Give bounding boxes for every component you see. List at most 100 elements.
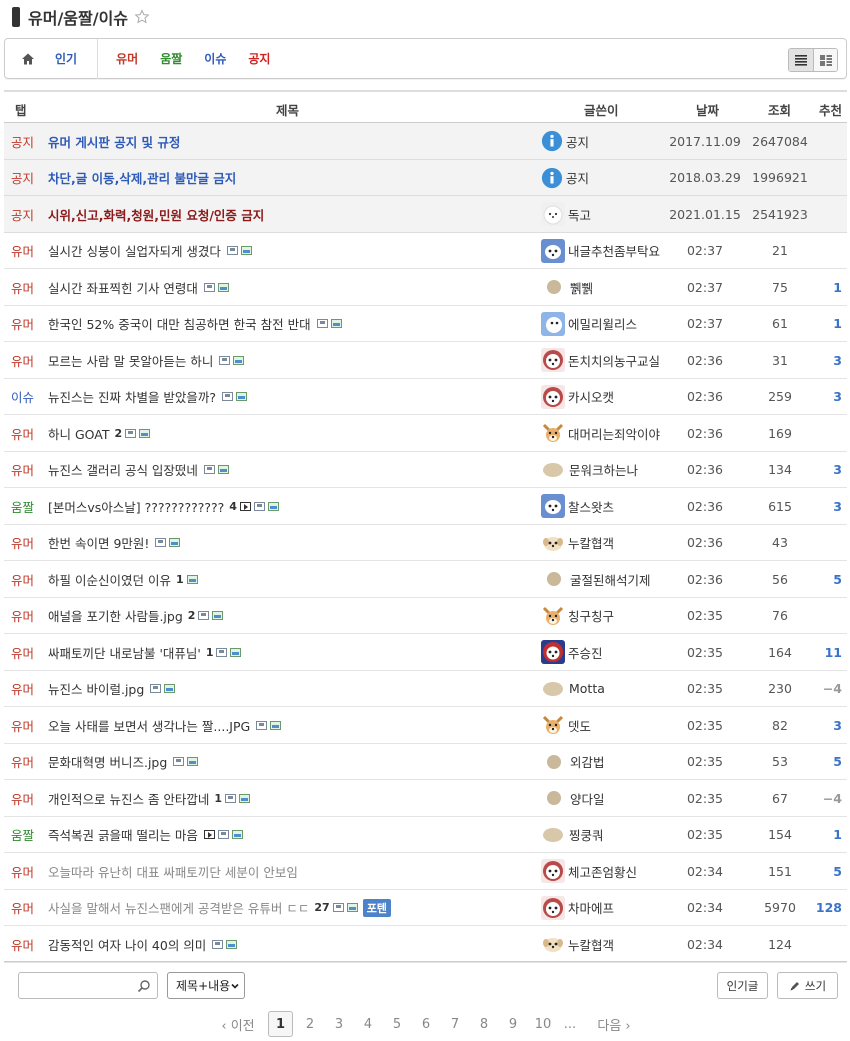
row-author[interactable]: 찰스왓츠 xyxy=(541,488,614,524)
row-tab[interactable]: 움짤 xyxy=(11,817,34,853)
row-title-cell[interactable]: 뉴진스는 진짜 차별을 받았을까? xyxy=(48,379,248,415)
row-author[interactable]: 카시오캣 xyxy=(541,379,614,415)
comment-count[interactable]: 1 xyxy=(176,573,184,586)
post-title[interactable]: 개인적으로 뉴진스 좀 안타깝네 xyxy=(48,789,209,808)
table-row[interactable]: 유머 개인적으로 뉴진스 좀 안타깝네 1 양다일 02:35 67 −4 xyxy=(4,780,847,817)
table-row[interactable]: 유머 오늘따라 유난히 대표 싸패토끼단 세분이 안보임 체고존엄황신 02:34 15… xyxy=(4,853,847,890)
row-title-cell[interactable]: 한번 속이면 9만원! xyxy=(48,525,181,561)
table-row[interactable]: 이슈 뉴진스는 진짜 차별을 받았을까? 카시오캣 02:36 259 3 xyxy=(4,379,847,415)
author-name[interactable]: Motta xyxy=(569,681,605,696)
post-title[interactable]: 하니 GOAT xyxy=(48,424,110,443)
prev-page-link[interactable]: ‹ 이전 xyxy=(218,1011,258,1037)
row-tab[interactable]: 이슈 xyxy=(11,379,34,415)
table-row[interactable]: 유머 하니 GOAT 2 대머리는죄악이야 02:36 169 xyxy=(4,415,847,452)
page-link[interactable]: 2 xyxy=(298,1011,322,1037)
post-title[interactable]: 오늘따라 유난히 대표 싸패토끼단 세분이 안보임 xyxy=(48,862,298,881)
list-view-icon[interactable] xyxy=(789,49,813,71)
write-button[interactable]: 쓰기 xyxy=(777,972,838,999)
row-author[interactable]: 문워크하는나 xyxy=(541,452,638,488)
author-name[interactable]: 차마에프 xyxy=(568,898,614,917)
row-tab[interactable]: 유머 xyxy=(11,853,34,889)
post-title[interactable]: 감동적인 여자 나이 40의 의미 xyxy=(48,935,206,954)
page-link[interactable]: 10 xyxy=(530,1011,556,1037)
table-row[interactable]: 움짤 즉석복권 긁을때 떨리는 마음 찡쿵쿼 02:35 154 1 xyxy=(4,817,847,853)
author-name[interactable]: 공지 xyxy=(566,168,589,187)
row-title-cell[interactable]: 사실을 말해서 뉴진스팬에게 공격받은 유튜버 ㄷㄷ 27 포텐 xyxy=(48,890,391,926)
post-title[interactable]: 시위,신고,화력,청원,민원 요청/인증 금지 xyxy=(48,205,264,224)
author-name[interactable]: 공지 xyxy=(566,132,589,151)
row-author[interactable]: 양다일 xyxy=(541,780,605,816)
board-title[interactable]: 유머/움짤/이슈 xyxy=(28,5,128,29)
author-name[interactable]: 독고 xyxy=(568,205,591,224)
notice-row[interactable]: 공지 시위,신고,화력,청원,민원 요청/인증 금지 독고 2021.01.15 254… xyxy=(4,196,847,233)
comment-count[interactable]: 27 xyxy=(314,901,329,914)
post-title[interactable]: 뉴진스는 진짜 차별을 받았을까? xyxy=(48,387,216,406)
row-tab[interactable]: 공지 xyxy=(11,160,34,196)
post-title[interactable]: 한번 속이면 9만원! xyxy=(48,533,149,552)
row-author[interactable]: 체고존엄황신 xyxy=(541,853,637,889)
post-title[interactable]: 하필 이순신이였던 이유 xyxy=(48,570,171,589)
row-author[interactable]: 돈치치의농구교실 xyxy=(541,342,660,378)
row-title-cell[interactable]: 하필 이순신이였던 이유 1 xyxy=(48,561,198,597)
table-row[interactable]: 움짤 [본머스vs아스날] ???????????? 4 찰스왓츠 02:36 615 3 xyxy=(4,488,847,525)
row-author[interactable]: Motta xyxy=(541,671,605,707)
post-title[interactable]: 모르는 사람 말 못알아듣는 하니 xyxy=(48,351,213,370)
author-name[interactable]: 외감법 xyxy=(570,752,605,771)
row-author[interactable]: 칭구칭구 xyxy=(541,598,614,634)
row-title-cell[interactable]: 실시간 싱붕이 실업자되게 생겼다 xyxy=(48,233,252,269)
row-tab[interactable]: 움짤 xyxy=(11,488,34,524)
post-title[interactable]: 차단,글 이동,삭제,관리 불만글 금지 xyxy=(48,168,236,187)
row-tab[interactable]: 유머 xyxy=(11,561,34,597)
author-name[interactable]: 대머리는죄악이야 xyxy=(568,424,660,443)
post-title[interactable]: 뉴진스 갤러리 공식 입장떴네 xyxy=(48,460,198,479)
star-icon[interactable] xyxy=(134,9,150,25)
page-link[interactable]: 1 xyxy=(268,1011,293,1037)
nav-popular[interactable]: 인기 xyxy=(55,50,77,67)
popular-posts-button[interactable]: 인기글 xyxy=(717,972,768,999)
row-author[interactable]: 뎃도 xyxy=(541,707,591,743)
row-tab[interactable]: 유머 xyxy=(11,415,34,451)
page-link[interactable]: 5 xyxy=(385,1011,409,1037)
author-name[interactable]: 쀍쀍 xyxy=(570,278,593,297)
row-author[interactable]: 찡쿵쿼 xyxy=(541,817,604,853)
table-row[interactable]: 유머 모르는 사람 말 못알아듣는 하니 돈치치의농구교실 02:36 31 3 xyxy=(4,342,847,379)
nav-notice[interactable]: 공지 xyxy=(248,50,270,67)
row-title-cell[interactable]: 애널을 포기한 사람들.jpg 2 xyxy=(48,598,224,634)
author-name[interactable]: 카시오캣 xyxy=(568,387,614,406)
row-author[interactable]: 내글추천좀부탁요 xyxy=(541,233,660,269)
row-tab[interactable]: 유머 xyxy=(11,707,34,743)
page-link[interactable]: 6 xyxy=(414,1011,438,1037)
row-title-cell[interactable]: 뉴진스 바이럴.jpg xyxy=(48,671,176,707)
nav-humor[interactable]: 유머 xyxy=(116,50,138,67)
row-tab[interactable]: 유머 xyxy=(11,233,34,269)
row-author[interactable]: 주승진 xyxy=(541,634,603,670)
author-name[interactable]: 주승진 xyxy=(568,643,603,662)
table-row[interactable]: 유머 한번 속이면 9만원! 누칼협객 02:36 43 xyxy=(4,525,847,561)
table-row[interactable]: 유머 실시간 좌표찍힌 기사 연령대 쀍쀍 02:37 75 1 xyxy=(4,269,847,306)
next-page-link[interactable]: 다음 › xyxy=(594,1011,634,1037)
search-input[interactable] xyxy=(18,972,158,999)
row-title-cell[interactable]: [본머스vs아스날] ???????????? 4 xyxy=(48,488,279,524)
row-title-cell[interactable]: 문화대혁명 버니즈.jpg xyxy=(48,744,199,780)
row-author[interactable]: 공지 xyxy=(541,160,589,196)
row-title-cell[interactable]: 오늘따라 유난히 대표 싸패토끼단 세분이 안보임 xyxy=(48,853,298,889)
row-tab[interactable]: 유머 xyxy=(11,525,34,561)
row-author[interactable]: 공지 xyxy=(541,123,589,159)
row-tab[interactable]: 유머 xyxy=(11,780,34,816)
table-row[interactable]: 유머 문화대혁명 버니즈.jpg 외감법 02:35 53 5 xyxy=(4,744,847,780)
comment-count[interactable]: 2 xyxy=(115,427,123,440)
comment-count[interactable]: 2 xyxy=(188,609,196,622)
author-name[interactable]: 내글추천좀부탁요 xyxy=(568,241,660,260)
table-row[interactable]: 유머 뉴진스 갤러리 공식 입장떴네 문워크하는나 02:36 134 3 xyxy=(4,452,847,488)
row-author[interactable]: 굴절된해석기제 xyxy=(541,561,651,597)
nav-umjjal[interactable]: 움짤 xyxy=(160,50,182,67)
row-tab[interactable]: 유머 xyxy=(11,671,34,707)
row-author[interactable]: 차마에프 xyxy=(541,890,614,926)
row-author[interactable]: 대머리는죄악이야 xyxy=(541,415,660,451)
row-title-cell[interactable]: 감동적인 여자 나이 40의 의미 xyxy=(48,926,238,962)
table-row[interactable]: 유머 애널을 포기한 사람들.jpg 2 칭구칭구 02:35 76 xyxy=(4,598,847,634)
table-row[interactable]: 유머 사실을 말해서 뉴진스팬에게 공격받은 유튜버 ㄷㄷ 27 포텐 차마에프 02:3… xyxy=(4,890,847,926)
post-title[interactable]: 애널을 포기한 사람들.jpg xyxy=(48,606,183,625)
row-title-cell[interactable]: 개인적으로 뉴진스 좀 안타깝네 1 xyxy=(48,780,251,816)
home-icon[interactable] xyxy=(21,52,35,66)
